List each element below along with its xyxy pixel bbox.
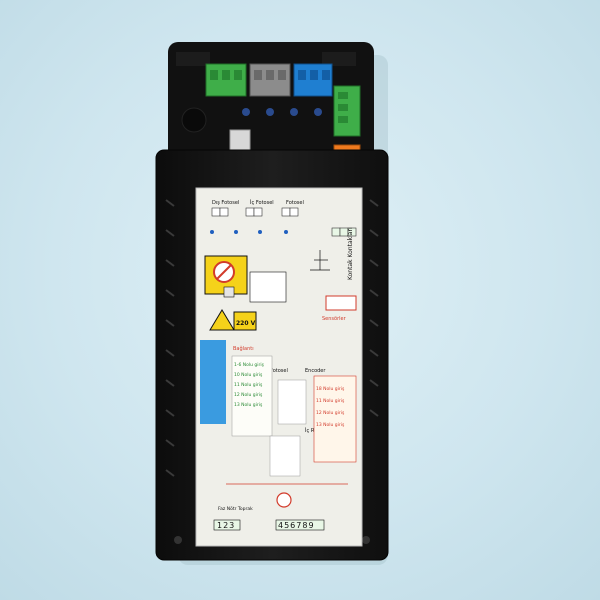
label-top-right-heading: Fotosel	[286, 200, 304, 206]
label-bottom-left-numbers: 123	[217, 521, 235, 530]
terminal-gray	[249, 63, 291, 97]
bottom-round-icon	[276, 492, 292, 508]
controller-device: Dış Fotosel İç Fotosel Fotosel Kontak Ko…	[155, 42, 389, 565]
svg-text:11 Nolu giriş: 11 Nolu giriş	[316, 398, 345, 404]
svg-text:18 Nolu giriş: 18 Nolu giriş	[316, 386, 345, 392]
blue-patch	[200, 340, 226, 424]
label-section-right: Encoder	[305, 368, 326, 374]
sensor-box	[325, 295, 357, 311]
info-box	[249, 271, 287, 303]
terminal-green-right	[333, 85, 361, 137]
svg-text:1-6 Nolu giriş: 1-6 Nolu giriş	[234, 362, 265, 368]
potentiometer	[242, 108, 250, 116]
label-mid-block	[277, 379, 307, 425]
label-top-left-heading: Dış Fotosel	[212, 200, 239, 206]
label-mid-block-lower	[269, 435, 301, 477]
mounting-hole	[181, 107, 207, 133]
label-top-mid-heading: İç Fotosel	[250, 199, 274, 206]
voltage-badge: 220 V	[236, 320, 256, 327]
svg-text:13 Nolu giriş: 13 Nolu giriş	[234, 402, 263, 408]
label-section-left: Bağlantı	[233, 345, 254, 352]
svg-text:11 Nolu giriş: 11 Nolu giriş	[234, 382, 263, 388]
screw	[174, 536, 182, 544]
label-left-block: 1-6 Nolu giriş 10 Nolu giriş 11 Nolu gir…	[231, 355, 273, 437]
label-section-mid: Fotosel	[270, 368, 288, 374]
potentiometer	[314, 108, 322, 116]
label-right-block: 18 Nolu giriş 11 Nolu giriş 12 Nolu giri…	[313, 375, 357, 463]
label-bottom-left-text: Faz Nötr Toprak	[218, 506, 253, 512]
svg-text:10 Nolu giriş: 10 Nolu giriş	[234, 372, 263, 378]
small-icon-box	[223, 286, 235, 298]
label-right-red-heading: Sensörler	[322, 316, 347, 322]
housing-notch	[176, 52, 210, 66]
product-photo: Dış Fotosel İç Fotosel Fotosel Kontak Ko…	[0, 0, 600, 600]
potentiometer	[266, 108, 274, 116]
label-side-title: Kontak Kontakları	[347, 227, 354, 280]
svg-text:12 Nolu giriş: 12 Nolu giriş	[316, 410, 345, 416]
terminal-blue	[293, 63, 333, 97]
svg-text:12 Nolu giriş: 12 Nolu giriş	[234, 392, 263, 398]
label-terminal-boxes-top	[211, 207, 299, 217]
svg-text:13 Nolu giriş: 13 Nolu giriş	[316, 422, 345, 428]
terminal-green-left	[205, 63, 247, 97]
screw	[362, 536, 370, 544]
potentiometer	[290, 108, 298, 116]
label-bottom-mid-numbers: 456789	[278, 521, 315, 530]
